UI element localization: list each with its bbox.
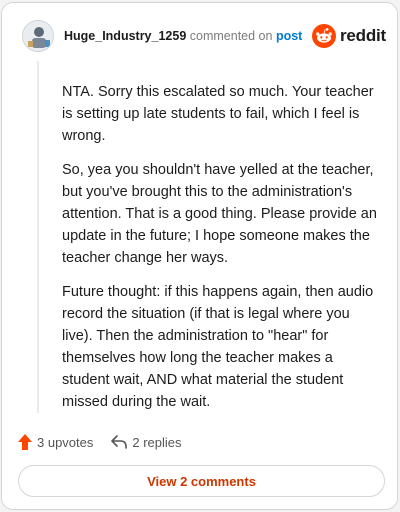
comment-meta: Huge_Industry_1259 commented on post [64, 29, 312, 43]
view-comments-button[interactable]: View 2 comments [18, 465, 385, 497]
reddit-brand[interactable]: reddit [311, 24, 386, 48]
comment-card: Huge_Industry_1259 commented on post red… [1, 2, 398, 510]
comment-paragraph: NTA. Sorry this escalated so much. Your … [62, 84, 374, 144]
replies-button[interactable]: 2 replies [111, 434, 182, 450]
reddit-wordmark: reddit [339, 26, 386, 45]
thread-line[interactable] [37, 61, 39, 413]
avatar-icon [23, 21, 53, 51]
upvote-arrow-icon [18, 434, 32, 450]
reply-count: 2 replies [132, 434, 182, 450]
comment-paragraph: So, yea you shouldn't have yelled at the… [62, 162, 377, 266]
post-link[interactable]: post [276, 29, 302, 43]
comment-header: Huge_Industry_1259 commented on post red… [22, 19, 386, 53]
reddit-logo-icon [311, 24, 336, 48]
reply-icon [111, 435, 128, 449]
comment-paragraph: Future thought: if this happens again, t… [62, 284, 374, 410]
upvote-button[interactable]: 3 upvotes [18, 434, 93, 450]
action-text: commented on [189, 29, 273, 43]
username-link[interactable]: Huge_Industry_1259 [64, 29, 186, 43]
comment-actions: 3 upvotes 2 replies [18, 431, 182, 453]
comment-body: NTA. Sorry this escalated so much. Your … [62, 81, 380, 425]
avatar[interactable] [22, 20, 54, 52]
upvote-count: 3 upvotes [37, 434, 94, 450]
